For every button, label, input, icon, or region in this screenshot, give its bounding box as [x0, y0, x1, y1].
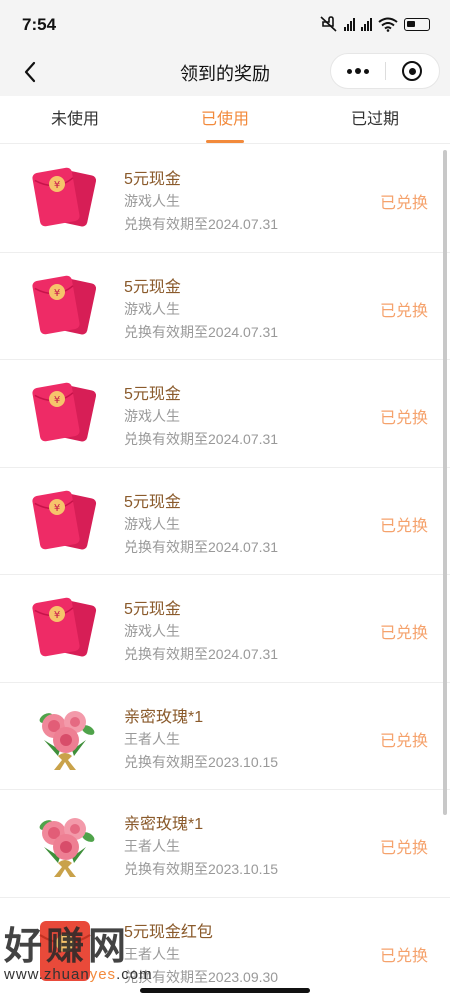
status-badge: 已兑换: [379, 302, 428, 320]
watermark: 好赚网 www.zhuanyes.com: [4, 915, 153, 983]
signal-icon: [344, 17, 355, 31]
red-envelope-icon: ¥: [30, 162, 100, 234]
reward-title: 5元现金: [124, 171, 181, 188]
reward-title: 5元现金: [124, 601, 181, 618]
list-item[interactable]: ¥ 5元现金 游戏人生 兑换有效期至2024.07.31 已兑换: [0, 467, 450, 575]
status-time: 7:54: [22, 15, 57, 34]
reward-source: 游戏人生: [124, 623, 180, 639]
reward-expiry: 兑换有效期至2024.07.31: [124, 323, 279, 340]
red-envelope-icon: ¥: [30, 592, 100, 664]
reward-title: 亲密玫瑰*1: [124, 708, 204, 726]
status-icons: [320, 16, 430, 32]
status-badge: 已兑换: [379, 732, 428, 750]
status-bar: 7:54: [0, 0, 450, 48]
red-envelope-icon: ¥: [30, 270, 100, 342]
reward-title: 亲密玫瑰*1: [124, 816, 204, 833]
reward-source: 王者人生: [124, 730, 180, 747]
status-badge: 已兑换: [379, 517, 428, 535]
status-badge: 已兑换: [379, 410, 428, 427]
watermark-title: 好赚网: [4, 924, 131, 968]
reward-expiry: 兑换有效期至2024.07.31: [124, 538, 279, 555]
list-item[interactable]: 亲密玫瑰*1 王者人生 兑换有效期至2023.10.15 已兑换: [0, 682, 450, 790]
reward-source: 游戏人生: [124, 408, 180, 424]
rose-bouquet-icon: [30, 700, 100, 772]
status-badge: 已兑换: [379, 840, 428, 857]
svg-text:¥: ¥: [54, 503, 60, 514]
list-item[interactable]: ¥ 5元现金 游戏人生 兑换有效期至2024.07.31 已兑换: [0, 360, 450, 468]
svg-text:¥: ¥: [54, 288, 60, 299]
reward-expiry: 兑换有效期至2024.07.31: [124, 646, 279, 662]
red-envelope-icon: ¥: [30, 485, 100, 557]
reward-list: ¥ 5元现金 游戏人生 兑换有效期至2024.07.31 已兑换 ¥ 5元现金 …: [0, 145, 450, 1000]
reward-title: 5元现金: [124, 278, 181, 296]
battery-icon: [404, 17, 430, 31]
tab-bar: 未使用 已使用 已过期: [0, 96, 450, 144]
tab-used[interactable]: 已使用: [150, 96, 300, 143]
home-indicator[interactable]: [140, 988, 310, 993]
more-button[interactable]: [331, 54, 385, 88]
wifi-icon: [378, 17, 398, 32]
list-item[interactable]: ¥ 5元现金 游戏人生 兑换有效期至2024.07.31 已兑换: [0, 145, 450, 253]
mini-program-capsule: [330, 53, 440, 89]
red-envelope-icon: ¥: [30, 377, 100, 449]
svg-text:¥: ¥: [54, 395, 60, 406]
reward-source: 游戏人生: [124, 300, 180, 317]
reward-expiry: 兑换有效期至2024.07.31: [124, 216, 279, 232]
signal-icon: [361, 17, 372, 31]
list-item[interactable]: ¥ 5元现金 游戏人生 兑换有效期至2024.07.31 已兑换: [0, 575, 450, 683]
reward-source: 游戏人生: [124, 515, 180, 532]
tab-unused[interactable]: 未使用: [0, 96, 150, 143]
reward-title: 5元现金: [124, 493, 181, 511]
status-badge: 已兑换: [379, 195, 428, 212]
list-item[interactable]: 亲密玫瑰*1 王者人生 兑换有效期至2023.10.15 已兑换: [0, 790, 450, 898]
nav-bar: 领到的奖励: [0, 48, 450, 96]
rose-bouquet-icon: [30, 807, 100, 879]
reward-title: 5元现金: [124, 386, 181, 403]
target-close-icon: [402, 61, 423, 81]
status-badge: 已兑换: [379, 625, 428, 642]
reward-expiry: 兑换有效期至2023.10.15: [124, 753, 279, 770]
reward-expiry: 兑换有效期至2024.07.31: [124, 431, 279, 447]
svg-text:¥: ¥: [54, 610, 60, 621]
list-item[interactable]: ¥ 5元现金 游戏人生 兑换有效期至2024.07.31 已兑换: [0, 252, 450, 360]
tab-expired[interactable]: 已过期: [300, 96, 450, 143]
reward-expiry: 兑换有效期至2023.10.15: [124, 861, 279, 877]
reward-source: 王者人生: [124, 838, 180, 854]
status-badge: 已兑换: [379, 947, 428, 965]
mute-icon: [320, 16, 337, 32]
reward-source: 游戏人生: [124, 193, 180, 209]
close-button[interactable]: [386, 54, 439, 88]
more-dots-icon: [347, 68, 352, 74]
scrollbar[interactable]: [443, 150, 447, 815]
svg-text:¥: ¥: [54, 180, 60, 191]
